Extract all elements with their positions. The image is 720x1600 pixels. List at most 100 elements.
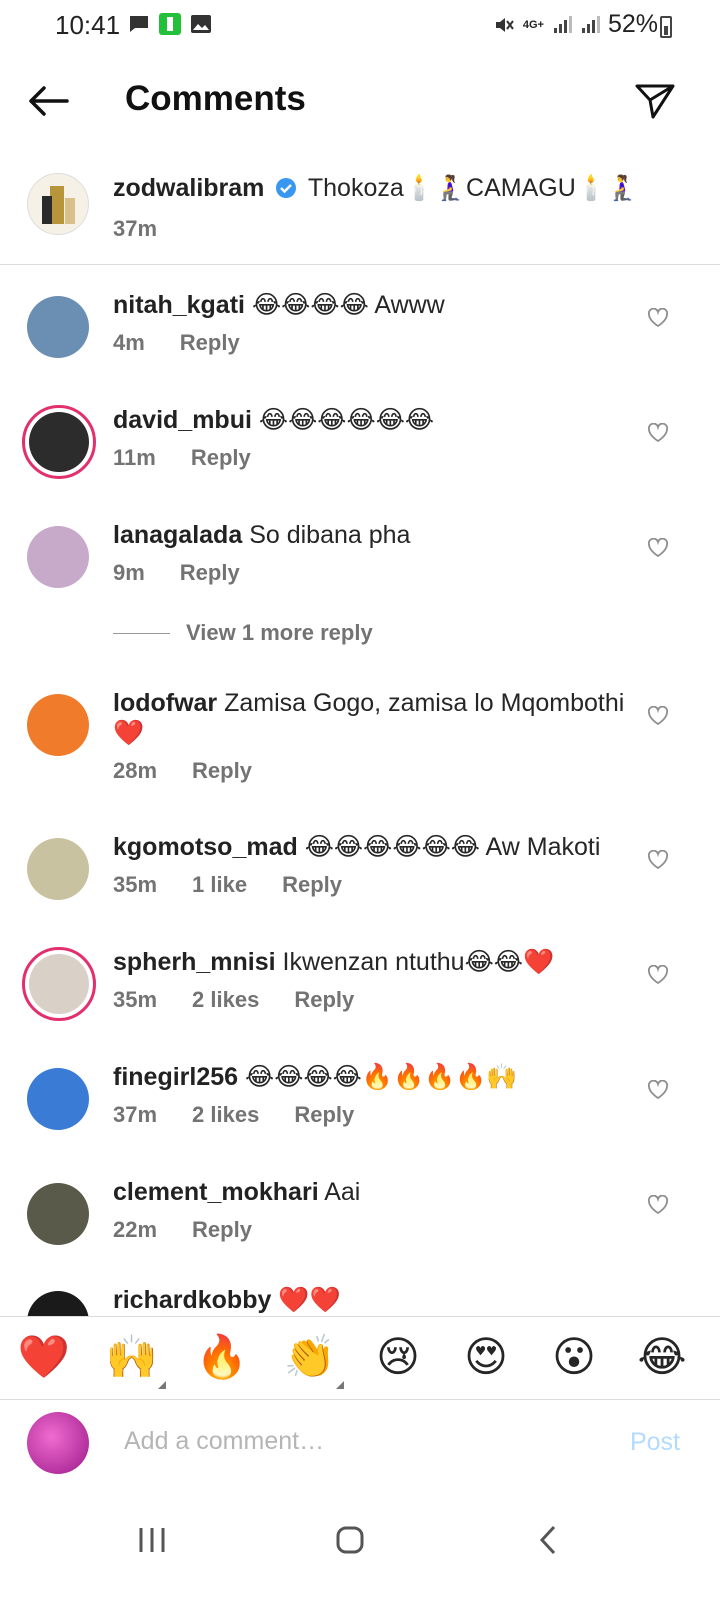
product-image-icon [42,186,75,224]
comment-avatar[interactable] [22,947,96,1021]
notification-icons [128,12,212,36]
reply-button[interactable]: Reply [191,445,251,471]
comment-item: finegirl256 😂😂😂😂🔥🔥🔥🔥🙌 37m 2 likes Reply [0,1062,720,1162]
emoji-heart-button[interactable]: ❤️ [16,1331,72,1383]
comment-avatar[interactable] [27,1183,89,1245]
comment-username[interactable]: nitah_kgati [113,291,245,319]
comment-input[interactable] [124,1427,564,1456]
comment-text: So dibana pha [249,521,411,549]
arrow-left-icon [29,86,69,116]
like-button[interactable] [646,963,670,987]
comment-item: nitah_kgati 😂😂😂😂 Awww 4m Reply [0,290,720,390]
comment-like-count[interactable]: 2 likes [192,1102,259,1128]
status-right: 4G+ 52% [493,10,658,39]
like-button[interactable] [646,704,670,728]
avatar[interactable] [27,173,89,235]
emoji-surprised-button[interactable]: 😮 [546,1331,602,1383]
comment-item: spherh_mnisi Ikwenzan ntuthu😂😂❤️ 35m 2 lik… [0,947,720,1047]
view-more-replies[interactable]: View 1 more reply [113,620,373,646]
comment-username[interactable]: david_mbui [113,406,252,434]
home-button[interactable] [320,1510,380,1570]
comment-username[interactable]: finegirl256 [113,1063,238,1091]
reply-button[interactable]: Reply [180,330,240,356]
verified-badge-icon [275,175,297,207]
heart-outline-icon [647,423,669,443]
view-more-label: View 1 more reply [186,620,373,645]
avatar-image [29,412,89,472]
reply-button[interactable]: Reply [294,987,354,1013]
emoji-clap-button[interactable]: 👏 [282,1331,344,1389]
comment-meta: 9m Reply [113,560,240,586]
heart-outline-icon [647,1195,669,1215]
back-nav-button[interactable] [518,1510,578,1570]
comment-text: 😂😂😂😂 Awww [251,291,445,319]
post-button[interactable]: Post [630,1428,680,1457]
like-button[interactable] [646,536,670,560]
recent-apps-icon [139,1528,165,1552]
comment-time: 9m [113,560,145,585]
comment-like-count[interactable]: 1 like [192,872,247,898]
status-bar: 10:41 4G+ 52% [0,0,720,56]
comment-avatar[interactable] [27,838,89,900]
comment-avatar[interactable] [27,526,89,588]
comment-username[interactable]: spherh_mnisi [113,948,276,976]
comment-avatar[interactable] [22,405,96,479]
comment-text-line: nitah_kgati 😂😂😂😂 Awww [113,290,633,320]
comment-username[interactable]: kgomotso_mad [113,833,298,861]
like-button[interactable] [646,1078,670,1102]
comment-meta: 4m Reply [113,330,240,356]
reply-button[interactable]: Reply [192,1217,252,1243]
app-notification-icon [159,13,181,35]
comment-username[interactable]: lodofwar [113,689,217,717]
comment-text: 😂😂😂😂😂😂 [258,406,435,434]
comment-username[interactable]: lanagalada [113,521,242,549]
comment-meta: 22m Reply [113,1217,252,1243]
comment-avatar[interactable] [27,296,89,358]
comment-avatar[interactable] [27,694,89,756]
emoji-crying-button[interactable]: 😢 [370,1331,426,1383]
fire-emoji-icon: 🔥 [195,1333,249,1380]
emoji-fire-button[interactable]: 🔥 [194,1331,250,1383]
battery-icon [660,16,672,38]
recent-apps-button[interactable] [122,1510,182,1570]
comment-time: 4m [113,330,145,355]
header: Comments [0,56,720,146]
status-time: 10:41 [55,10,121,40]
caption-line: zodwalibram Thokoza🕯️🧎‍♀️CAMAGU🕯️🧎‍♀️ [113,172,638,207]
comment-text-line: richardkobby ❤️❤️ [113,1285,633,1315]
comment-avatar[interactable] [27,1068,89,1130]
comment-like-count[interactable]: 2 likes [192,987,259,1013]
comment-username[interactable]: clement_mokhari [113,1178,319,1206]
back-button[interactable] [22,76,74,126]
avatar-image [29,954,89,1014]
like-button[interactable] [646,848,670,872]
caption-username[interactable]: zodwalibram [113,174,264,202]
comment-meta: 37m 2 likes Reply [113,1102,354,1128]
comment-username[interactable]: richardkobby [113,1286,271,1314]
like-button[interactable] [646,421,670,445]
mute-icon [495,17,514,32]
like-button[interactable] [646,306,670,330]
comment-time: 22m [113,1217,158,1242]
heart-outline-icon [647,850,669,870]
caption-text: Thokoza🕯️🧎‍♀️CAMAGU🕯️🧎‍♀️ [307,174,639,202]
reply-button[interactable]: Reply [192,758,252,784]
emoji-heart-eyes-button[interactable]: 😍 [458,1331,514,1383]
emoji-laughing-button[interactable]: 😂 [634,1331,690,1383]
comment-text-line: lodofwar Zamisa Gogo, zamisa lo Mqomboth… [113,688,633,748]
like-button[interactable] [646,1193,670,1217]
network-type: 4G+ [522,18,544,31]
comment-meta: 28m Reply [113,758,252,784]
chevron-left-icon [539,1525,556,1555]
reply-button[interactable]: Reply [180,560,240,586]
emoji-raised-hands-button[interactable]: 🙌 [104,1331,166,1389]
reply-button[interactable]: Reply [282,872,342,898]
skin-tone-indicator [158,1381,166,1389]
heart-emoji-icon: ❤️ [17,1333,71,1380]
laughing-emoji-icon: 😂 [637,1333,687,1380]
share-button[interactable] [630,76,680,126]
reply-button[interactable]: Reply [294,1102,354,1128]
divider [113,632,170,634]
comment-meta: 35m 2 likes Reply [113,987,354,1013]
comment-text-line: david_mbui 😂😂😂😂😂😂 [113,405,633,435]
